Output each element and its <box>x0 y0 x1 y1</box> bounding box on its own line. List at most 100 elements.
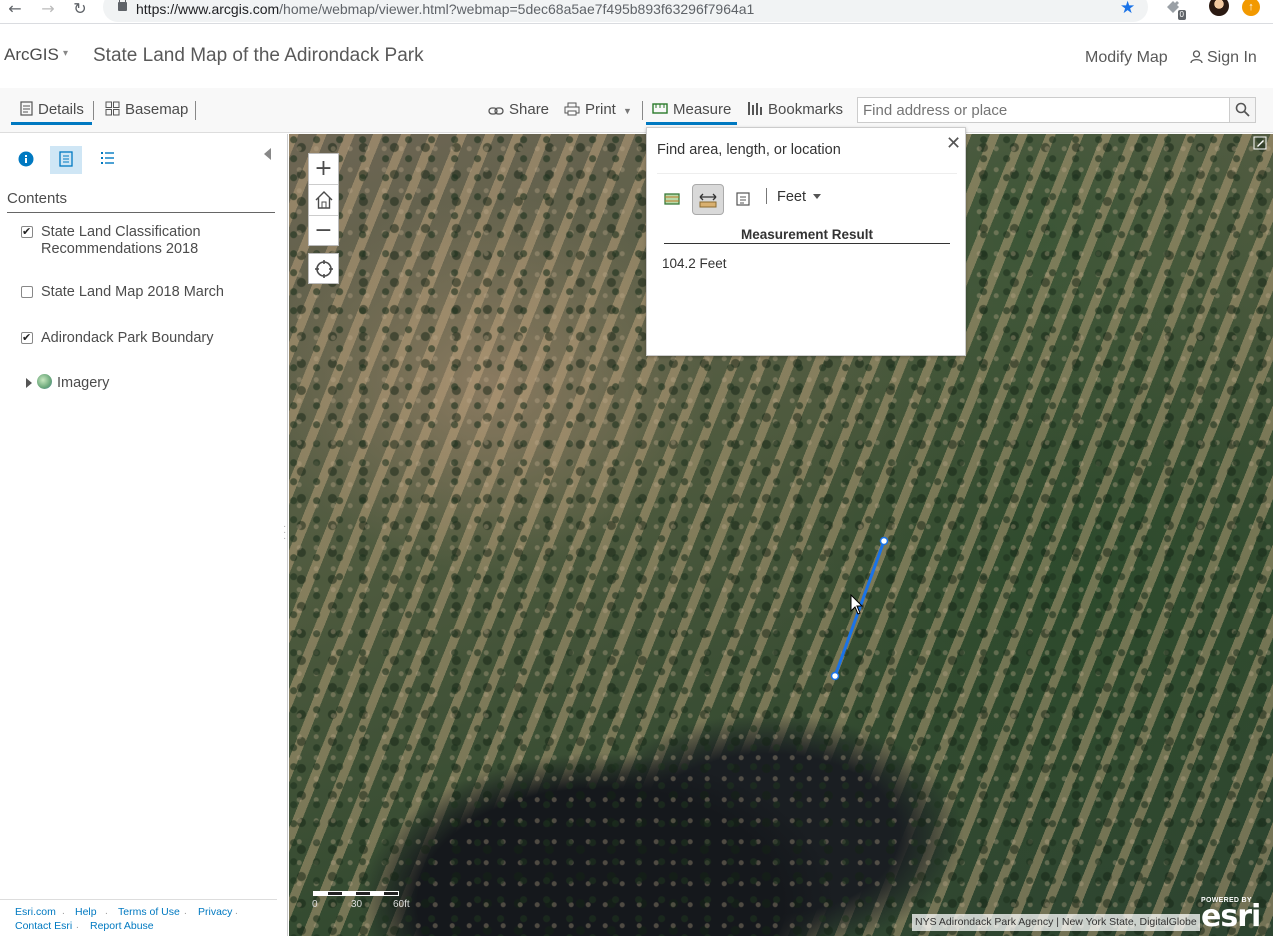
toolbar-divider <box>195 101 196 120</box>
measure-button[interactable]: Measure <box>652 101 731 118</box>
basemap-button[interactable]: Basemap <box>105 101 188 118</box>
content-icon <box>59 151 73 167</box>
map-attribution[interactable]: NYS Adirondack Park Agency | New York St… <box>912 914 1200 931</box>
about-tab[interactable] <box>10 146 42 174</box>
reload-icon[interactable]: ↻ <box>69 0 91 20</box>
divider <box>766 188 767 204</box>
footer-link-privacy[interactable]: Privacy <box>198 906 232 918</box>
separator: . <box>235 906 238 917</box>
location-icon <box>736 192 750 206</box>
lock-icon <box>118 0 127 11</box>
print-button[interactable]: Print ▼ <box>564 101 632 118</box>
bookmark-icon <box>748 102 762 115</box>
sign-in-button[interactable]: Sign In <box>1190 49 1257 67</box>
footer-link-report[interactable]: Report Abuse <box>90 920 154 932</box>
chevron-down-icon: ▼ <box>623 106 632 116</box>
contents-panel: Contents State Land Classification Recom… <box>0 134 288 936</box>
distance-tool-button[interactable] <box>692 184 724 215</box>
back-icon[interactable]: ← <box>4 0 26 20</box>
scale-label: 30 <box>351 899 363 910</box>
contents-heading: Contents <box>7 190 68 207</box>
zoom-out-button[interactable]: − <box>309 216 338 247</box>
info-icon <box>18 151 34 167</box>
edit-icon[interactable] <box>1253 136 1267 150</box>
page-title: State Land Map of the Adirondack Park <box>93 45 424 66</box>
measure-icon <box>652 103 668 114</box>
measure-panel-title: Find area, length, or location <box>657 142 841 158</box>
legend-icon <box>100 152 114 164</box>
search-icon <box>1235 102 1250 117</box>
arcgis-brand[interactable]: ArcGIS <box>4 45 59 65</box>
divider <box>7 212 275 213</box>
layer-checkbox[interactable] <box>21 329 33 346</box>
footer-link-help[interactable]: Help <box>75 906 97 918</box>
toolbar-divider <box>642 101 643 120</box>
area-tool-button[interactable] <box>656 184 688 215</box>
zoom-controls: + − <box>308 153 339 246</box>
footer-link-terms[interactable]: Terms of Use <box>118 906 180 918</box>
link-icon <box>488 107 504 115</box>
separator: . <box>184 906 187 917</box>
scale-label: 0 <box>312 899 318 910</box>
esri-logo[interactable]: POWERED BY esri <box>1201 897 1261 932</box>
modify-map-button[interactable]: Modify Map <box>1085 49 1168 67</box>
layer-label: State Land Classification Recommendation… <box>41 224 201 257</box>
layer-label: Adirondack Park Boundary <box>41 330 214 346</box>
measure-panel: Find area, length, or location ✕ Feet Me… <box>646 127 966 356</box>
separator: . <box>76 920 79 931</box>
area-icon <box>664 193 680 205</box>
home-button[interactable] <box>309 185 338 216</box>
layer-label: State Land Map 2018 March <box>41 284 224 300</box>
home-icon <box>315 191 332 209</box>
layer-checkbox[interactable] <box>21 286 33 298</box>
measurement-result-value: 104.2 Feet <box>662 256 727 271</box>
bookmark-star-icon[interactable]: ★ <box>1120 0 1135 18</box>
toolbar-divider <box>93 101 94 120</box>
close-icon[interactable]: ✕ <box>946 133 961 154</box>
details-tab-indicator <box>11 122 92 125</box>
extension-badge: 0 <box>1177 10 1186 20</box>
details-icon <box>20 101 33 116</box>
separator: . <box>62 906 65 917</box>
details-tab[interactable]: Details <box>20 101 84 118</box>
extension-icon[interactable]: 0 <box>1164 0 1186 20</box>
search-button[interactable] <box>1229 98 1255 122</box>
chevron-down-icon[interactable]: ▾ <box>63 48 68 59</box>
legend-tab[interactable] <box>91 146 123 174</box>
panel-splitter-handle[interactable]: · · · <box>283 522 286 544</box>
zoom-in-button[interactable]: + <box>309 154 338 185</box>
mouse-cursor <box>850 594 864 615</box>
search-input[interactable] <box>858 98 1230 122</box>
footer-links: Esri.com . Help . Terms of Use . Privacy… <box>0 899 277 936</box>
footer-link-esri[interactable]: Esri.com <box>15 906 56 918</box>
profile-avatar[interactable] <box>1209 0 1229 16</box>
expand-triangle-icon[interactable] <box>26 378 32 388</box>
measure-tab-indicator <box>646 122 737 125</box>
printer-icon <box>564 102 580 116</box>
forward-icon[interactable]: → <box>37 0 59 20</box>
layer-label[interactable]: Imagery <box>57 375 109 391</box>
content-tab[interactable] <box>50 146 82 174</box>
globe-icon <box>37 374 52 389</box>
unit-dropdown[interactable]: Feet <box>777 189 821 205</box>
divider <box>657 173 957 174</box>
url-text[interactable]: https://www.arcgis.com/home/webmap/viewe… <box>136 1 754 17</box>
separator: . <box>105 906 108 917</box>
footer-link-contact[interactable]: Contact Esri <box>15 920 72 932</box>
scale-label: 60ft <box>393 899 410 910</box>
location-tool-button[interactable] <box>727 184 759 215</box>
bookmarks-button[interactable]: Bookmarks <box>748 101 843 118</box>
user-icon <box>1190 50 1203 64</box>
distance-icon <box>699 193 717 208</box>
browser-toolbar: ← → ↻ https://www.arcgis.com/home/webmap… <box>0 0 1273 24</box>
layer-checkbox[interactable] <box>21 223 33 240</box>
scale-bar-graphic <box>313 891 399 896</box>
update-icon[interactable]: ↑ <box>1242 0 1260 16</box>
locate-button[interactable] <box>308 253 339 284</box>
locate-icon <box>314 260 333 278</box>
share-button[interactable]: Share <box>488 101 549 118</box>
search-box <box>857 97 1256 123</box>
collapse-panel-icon[interactable] <box>264 148 271 160</box>
measurement-result-heading: Measurement Result <box>664 227 950 244</box>
app-header: ArcGIS ▾ State Land Map of the Adirondac… <box>0 28 1273 88</box>
